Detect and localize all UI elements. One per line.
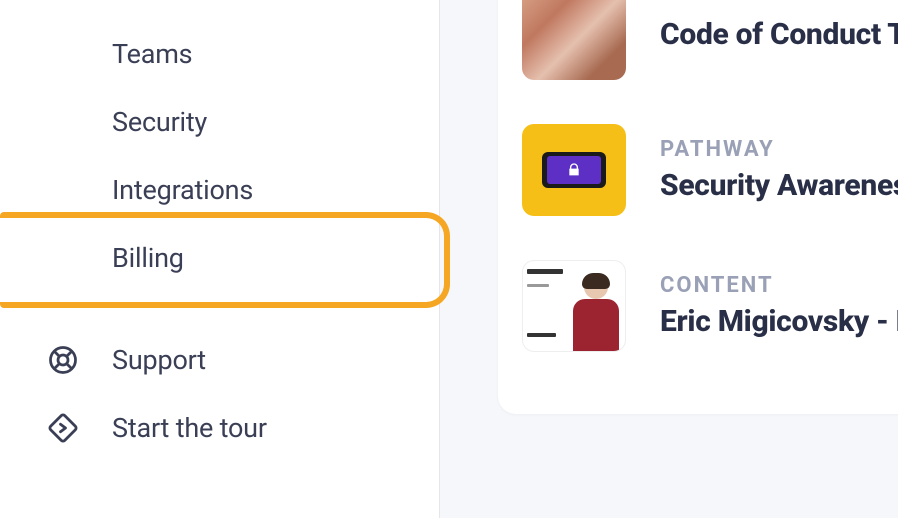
sidebar-item-billing[interactable]: Billing	[0, 224, 439, 292]
sidebar: Teams Security Integrations Billing Supp…	[0, 0, 440, 518]
content-row[interactable]: CONTENT Eric Migicovsky - Ho	[522, 238, 898, 374]
sidebar-item-label: Integrations	[112, 174, 253, 206]
thumbnail-video	[522, 260, 626, 352]
content-text: CONTENT Eric Migicovsky - Ho	[660, 273, 898, 339]
sidebar-item-label: Start the tour	[112, 412, 267, 444]
lock-icon	[566, 162, 582, 178]
content-kicker: PATHWAY	[660, 137, 898, 162]
directions-icon	[48, 413, 78, 443]
content-row[interactable]: PATHWAY Security Awareness	[522, 102, 898, 238]
main-content: Code of Conduct Tra PATHWAY Security Awa…	[440, 0, 898, 518]
content-title: Code of Conduct Tra	[660, 17, 898, 52]
sidebar-item-integrations[interactable]: Integrations	[0, 156, 439, 224]
content-card-panel: Code of Conduct Tra PATHWAY Security Awa…	[498, 0, 898, 414]
video-thumb-person	[567, 261, 625, 351]
video-thumb-text	[523, 261, 567, 351]
content-title: Eric Migicovsky - Ho	[660, 304, 898, 339]
phone-graphic	[542, 152, 606, 188]
nav-divider	[0, 292, 439, 326]
sidebar-item-teams[interactable]: Teams	[0, 20, 439, 88]
sidebar-item-security[interactable]: Security	[0, 88, 439, 156]
sidebar-item-start-tour[interactable]: Start the tour	[0, 394, 439, 462]
content-text: Code of Conduct Tra	[660, 17, 898, 52]
thumbnail-security	[522, 124, 626, 216]
content-text: PATHWAY Security Awareness	[660, 137, 898, 203]
settings-nav-group: Teams Security Integrations Billing	[0, 20, 439, 292]
sidebar-item-label: Teams	[112, 38, 192, 70]
thumbnail-hands	[522, 0, 626, 80]
lifebuoy-icon	[48, 345, 78, 375]
sidebar-item-label: Security	[112, 106, 207, 138]
sidebar-item-label: Support	[112, 344, 206, 376]
sidebar-item-label: Billing	[112, 242, 184, 274]
app-root: Teams Security Integrations Billing Supp…	[0, 0, 898, 518]
sidebar-item-support[interactable]: Support	[0, 326, 439, 394]
content-row[interactable]: Code of Conduct Tra	[522, 0, 898, 102]
content-kicker: CONTENT	[660, 273, 898, 298]
phone-screen	[547, 156, 601, 184]
content-title: Security Awareness	[660, 168, 898, 203]
